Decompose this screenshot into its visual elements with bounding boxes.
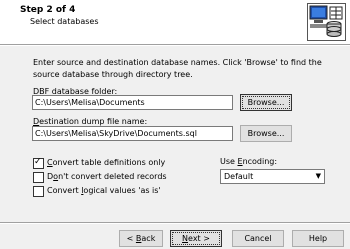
checkbox-label: Convert table definitions only	[47, 158, 166, 167]
dump-file-input[interactable]: C:\Users\Melisa\SkyDrive\Documents.sql	[32, 126, 233, 141]
next-button[interactable]: Next >	[170, 230, 222, 247]
encoding-label: Use Encoding:	[220, 157, 278, 166]
step-indicator: Step 2 of 4	[20, 5, 76, 15]
back-button[interactable]: < Back	[119, 230, 163, 247]
database-converter-logo-icon	[307, 3, 346, 41]
dump-browse-button[interactable]: Browse...	[240, 125, 292, 142]
checkbox-box[interactable]: ✓	[33, 157, 44, 169]
help-button[interactable]: Help	[292, 230, 344, 247]
header-separator	[0, 44, 350, 46]
dbf-folder-input[interactable]: C:\Users\Melisa\Documents	[32, 95, 233, 110]
wizard-header: Step 2 of 4 Select databases	[0, 0, 350, 44]
dbf-browse-button[interactable]: Browse...	[240, 94, 292, 111]
checkbox-label: Convert logical values 'as is'	[47, 186, 161, 195]
checkbox-label: Don't convert deleted records	[47, 172, 167, 181]
checkbox-box[interactable]	[33, 186, 44, 197]
chevron-down-icon[interactable]: ▼	[316, 170, 321, 183]
encoding-select[interactable]: Default ▼	[220, 169, 325, 184]
checkbox-box[interactable]	[33, 172, 44, 183]
cancel-button[interactable]: Cancel	[232, 230, 284, 247]
dump-file-label: Destination dump file name:	[33, 117, 148, 126]
encoding-selected-value: Default	[224, 172, 254, 181]
step-subtitle: Select databases	[30, 17, 99, 26]
instructions-text: Enter source and destination database na…	[33, 58, 322, 79]
check-icon: ✓	[34, 157, 42, 167]
footer-separator	[0, 222, 350, 224]
